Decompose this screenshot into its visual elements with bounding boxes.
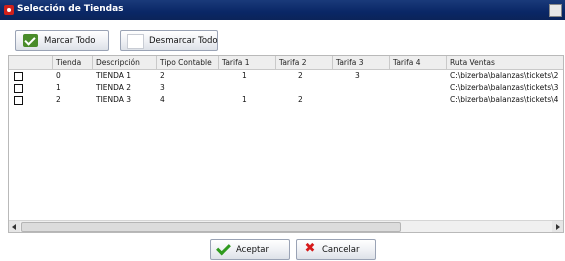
column-header-tienda[interactable]: Tienda bbox=[53, 56, 93, 69]
column-header-descripcion[interactable]: Descripción bbox=[93, 56, 157, 69]
cell-descripcion: TIENDA 3 bbox=[96, 95, 132, 104]
row-checkbox[interactable] bbox=[14, 72, 23, 81]
stores-table: Tienda Descripción Tipo Contable Tarifa … bbox=[8, 55, 564, 233]
cell-tipo-contable: 2 bbox=[160, 71, 165, 80]
cell-tarifa-3: 3 bbox=[355, 71, 360, 80]
cell-descripcion: TIENDA 1 bbox=[96, 71, 132, 80]
close-icon[interactable] bbox=[549, 4, 562, 17]
column-header-tarifa-2[interactable]: Tarifa 2 bbox=[276, 56, 333, 69]
select-all-button[interactable]: Marcar Todo bbox=[15, 30, 109, 51]
title-bar: Selección de Tiendas bbox=[0, 0, 565, 20]
cell-tarifa-2: 2 bbox=[298, 95, 303, 104]
ok-icon bbox=[216, 240, 231, 256]
store-selection-window: Selección de Tiendas Marcar Todo Desmarc… bbox=[0, 0, 565, 261]
scroll-left-icon[interactable] bbox=[9, 221, 20, 232]
table-header: Tienda Descripción Tipo Contable Tarifa … bbox=[9, 56, 563, 70]
column-header-tarifa-1[interactable]: Tarifa 1 bbox=[219, 56, 276, 69]
cell-tarifa-2: 2 bbox=[298, 71, 303, 80]
window-title: Selección de Tiendas bbox=[17, 4, 124, 14]
cell-ruta-ventas: C:\bizerba\balanzas\tickets\2 bbox=[450, 71, 559, 80]
check-icon bbox=[23, 34, 38, 47]
row-checkbox[interactable] bbox=[14, 96, 23, 105]
cell-tarifa-1: 1 bbox=[242, 95, 247, 104]
cell-ruta-ventas: C:\bizerba\balanzas\tickets\4 bbox=[450, 95, 559, 104]
horizontal-scrollbar[interactable] bbox=[9, 220, 563, 232]
table-row[interactable]: 2 TIENDA 3 4 1 2 C:\bizerba\balanzas\tic… bbox=[9, 94, 563, 106]
cell-descripcion: TIENDA 2 bbox=[96, 83, 132, 92]
cell-tipo-contable: 3 bbox=[160, 83, 165, 92]
table-row[interactable]: 0 TIENDA 1 2 1 2 3 C:\bizerba\balanzas\t… bbox=[9, 70, 563, 82]
cell-tarifa-1: 1 bbox=[242, 71, 247, 80]
cell-tienda: 2 bbox=[56, 95, 61, 104]
column-header-tipo-contable[interactable]: Tipo Contable bbox=[157, 56, 219, 69]
dialog-footer: Aceptar ✖ Cancelar bbox=[0, 233, 565, 261]
column-header-tarifa-4[interactable]: Tarifa 4 bbox=[390, 56, 447, 69]
deselect-all-button[interactable]: Desmarcar Todo bbox=[120, 30, 218, 51]
scroll-right-icon[interactable] bbox=[552, 221, 563, 232]
cell-tienda: 0 bbox=[56, 71, 61, 80]
row-checkbox[interactable] bbox=[14, 84, 23, 93]
column-header-check[interactable] bbox=[9, 56, 53, 69]
cell-ruta-ventas: C:\bizerba\balanzas\tickets\3 bbox=[450, 83, 559, 92]
blank-icon bbox=[127, 34, 144, 49]
table-row[interactable]: 1 TIENDA 2 3 C:\bizerba\balanzas\tickets… bbox=[9, 82, 563, 94]
column-header-tarifa-3[interactable]: Tarifa 3 bbox=[333, 56, 390, 69]
cell-tienda: 1 bbox=[56, 83, 61, 92]
accept-button[interactable]: Aceptar bbox=[210, 239, 290, 260]
scrollbar-thumb[interactable] bbox=[21, 222, 401, 232]
toolbar: Marcar Todo Desmarcar Todo bbox=[0, 20, 565, 54]
column-header-ruta-ventas[interactable]: Ruta Ventas bbox=[447, 56, 563, 69]
cell-tipo-contable: 4 bbox=[160, 95, 165, 104]
app-icon bbox=[4, 5, 14, 15]
cancel-icon: ✖ bbox=[304, 241, 316, 256]
cancel-button[interactable]: ✖ Cancelar bbox=[296, 239, 376, 260]
